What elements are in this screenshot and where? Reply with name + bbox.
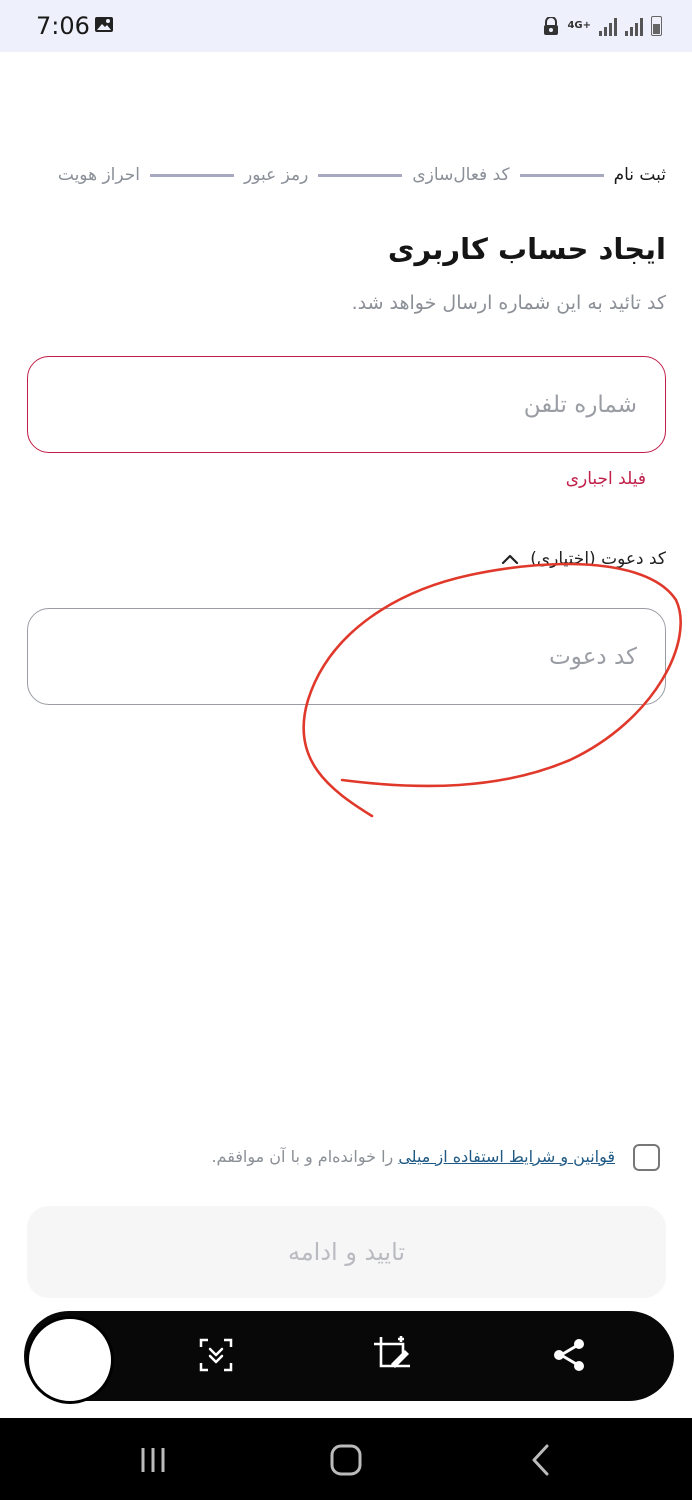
phone-input[interactable] xyxy=(28,357,665,452)
status-time: 7:06 xyxy=(36,12,90,40)
phone-field[interactable] xyxy=(27,356,666,453)
step-password: رمز عبور xyxy=(244,165,309,185)
chevron-up-icon xyxy=(502,554,519,565)
back-button[interactable] xyxy=(517,1436,565,1484)
confirm-continue-button[interactable]: تایید و ادامه xyxy=(27,1206,666,1298)
home-icon xyxy=(330,1444,362,1476)
recents-button[interactable] xyxy=(129,1436,177,1484)
page-subtitle: کد تائید به این شماره ارسال خواهد شد. xyxy=(351,292,666,314)
invite-code-toggle[interactable]: کد دعوت (اختیاری) xyxy=(500,549,666,569)
share-button[interactable] xyxy=(547,1333,591,1377)
invite-code-input[interactable] xyxy=(28,609,665,704)
signal-icon xyxy=(625,16,643,36)
phone-error-text: فیلد اجباری xyxy=(565,469,646,489)
share-icon xyxy=(554,1339,584,1371)
back-icon xyxy=(532,1444,549,1476)
battery-icon xyxy=(651,16,662,36)
confirm-button-label: تایید و ادامه xyxy=(287,1238,406,1266)
terms-link[interactable]: قوانین و شرایط استفاده از میلی xyxy=(398,1147,615,1166)
terms-text: قوانین و شرایط استفاده از میلی را خوانده… xyxy=(211,1147,615,1166)
status-icons: 4G+ xyxy=(543,12,662,40)
vpn-icon xyxy=(544,17,559,35)
terms-suffix: را خوانده‌ام و با آن موافقم. xyxy=(211,1147,399,1166)
signal-icon xyxy=(599,16,617,36)
step-divider xyxy=(150,173,234,177)
scroll-capture-icon xyxy=(199,1338,233,1372)
step-identity: احراز هویت xyxy=(57,165,140,185)
gallery-icon xyxy=(95,17,113,32)
invite-code-label: کد دعوت (اختیاری) xyxy=(530,549,666,569)
step-activation-code: کد فعال‌سازی xyxy=(412,165,510,185)
step-divider xyxy=(519,173,604,177)
crop-edit-button[interactable] xyxy=(370,1333,414,1377)
signup-stepper: ثبت نام کد فعال‌سازی رمز عبور احراز هویت xyxy=(26,160,666,190)
step-signup: ثبت نام xyxy=(613,165,666,185)
crop-edit-icon xyxy=(374,1336,410,1368)
network-type: 4G+ xyxy=(567,20,591,31)
scroll-capture-button[interactable] xyxy=(194,1333,238,1377)
screenshot-thumbnail[interactable] xyxy=(26,1316,114,1404)
page-title: ایجاد حساب کاربری xyxy=(387,232,666,266)
invite-code-field[interactable] xyxy=(27,608,666,705)
recents-icon xyxy=(141,1448,165,1472)
step-divider xyxy=(318,173,403,177)
home-button[interactable] xyxy=(322,1436,370,1484)
terms-checkbox[interactable] xyxy=(633,1144,660,1171)
